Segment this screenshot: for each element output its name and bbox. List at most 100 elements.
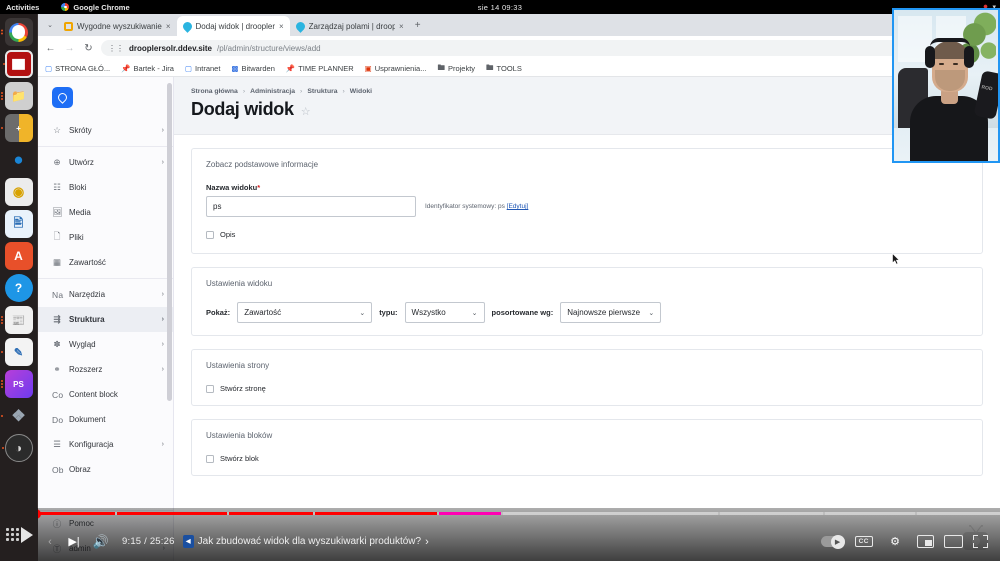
breadcrumb-item-home[interactable]: Strona główna xyxy=(191,88,238,95)
tab-close-icon[interactable]: × xyxy=(166,22,171,31)
volume-button[interactable]: 🔊 xyxy=(86,527,116,557)
new-tab-button[interactable]: + xyxy=(410,16,426,34)
address-bar[interactable]: ⋮⋮ drooplersolr.ddev.site/pl/admin/struc… xyxy=(101,40,918,56)
breadcrumb-item-administracja[interactable]: Administracja xyxy=(250,88,295,95)
dock-item-thunderbird[interactable]: ● xyxy=(5,146,33,174)
chapter-segment[interactable] xyxy=(917,512,1000,515)
bookmark-strona-glowna[interactable]: ▢ STRONA GŁÓ... xyxy=(45,64,110,73)
bookmark-bartek-jira[interactable]: 📌 Bartek - Jira xyxy=(121,64,174,73)
sidebar-item-wyglad[interactable]: ✽ Wygląd › xyxy=(38,332,173,357)
description-checkbox-row[interactable]: Opis xyxy=(206,230,968,239)
browser-tab-2[interactable]: Zarządzaj polami | droop × xyxy=(290,16,410,36)
bookmark-time-planner[interactable]: 📌 TIME PLANNER xyxy=(286,64,354,73)
video-title-row[interactable]: ◂ Jak zbudować widok dla wyszukiwarki pr… xyxy=(182,535,821,548)
tab-search-button[interactable]: ⌄ xyxy=(42,16,58,34)
description-checkbox[interactable] xyxy=(206,230,214,239)
dock-item-calculator[interactable]: + xyxy=(0,114,33,142)
sidebar-item-zawartosc[interactable]: ▦ Zawartość xyxy=(38,250,173,275)
dock-item-writer[interactable]: 🖹 xyxy=(4,210,33,238)
previous-chapter-button[interactable]: ‹ xyxy=(38,527,62,557)
dock-item-news[interactable]: 📰 xyxy=(0,306,33,334)
miniplayer-icon[interactable] xyxy=(917,535,934,548)
sidebar-item-pliki[interactable]: 🗋 Pliki xyxy=(38,225,173,250)
chapter-segment[interactable] xyxy=(503,512,718,515)
type-select[interactable]: Wszystko ⌄ xyxy=(404,302,485,323)
sidebar-item-content-block[interactable]: Co Content block xyxy=(38,382,173,407)
dock-item-phpstorm[interactable]: PS xyxy=(0,370,33,398)
chapter-segment[interactable] xyxy=(439,512,501,515)
reload-icon[interactable]: ↻ xyxy=(82,42,95,55)
dock-item-notes[interactable]: ✎ xyxy=(0,338,33,366)
bookmark-label: Bartek - Jira xyxy=(133,63,174,73)
theater-mode-icon[interactable] xyxy=(944,535,963,548)
progress-bar[interactable] xyxy=(0,508,1000,519)
tab-close-icon[interactable]: × xyxy=(279,22,284,31)
tab-close-icon[interactable]: × xyxy=(399,22,404,31)
bookmark-bitwarden[interactable]: ▩ Bitwarden xyxy=(231,64,274,73)
bookmarks-bar: ▢ STRONA GŁÓ... 📌 Bartek - Jira ▢ Intranet … xyxy=(38,60,1000,77)
chapter-segment[interactable] xyxy=(825,512,916,515)
chevron-right-icon: › xyxy=(161,441,164,448)
sidebar-item-skroty[interactable]: ☆ Skróty › xyxy=(38,118,173,143)
machine-name-edit-link[interactable]: [Edytuj] xyxy=(507,203,529,210)
bookmark-usprawnienia[interactable]: ▣ Usprawnienia... xyxy=(365,64,427,73)
bookmark-intranet[interactable]: ▢ Intranet xyxy=(185,64,221,73)
settings-gear-icon[interactable]: ⚙ xyxy=(883,527,907,557)
chapter-segment[interactable] xyxy=(719,512,824,515)
breadcrumb-item-widoki[interactable]: Widoki xyxy=(350,88,372,95)
back-icon[interactable]: ← xyxy=(44,42,57,55)
bookmark-projekty[interactable]: 🖿 Projekty xyxy=(437,62,475,75)
dock-item-terminal[interactable]: ██ xyxy=(2,50,33,78)
sidebar-scrollbar-thumb[interactable] xyxy=(167,83,172,401)
sidebar-scrollbar[interactable] xyxy=(167,79,172,477)
dock-item-files[interactable]: 📁 xyxy=(0,82,33,110)
clock[interactable]: sie 14 09:33 xyxy=(478,3,522,12)
chapter-segment[interactable] xyxy=(116,512,227,515)
create-block-checkbox[interactable] xyxy=(206,454,214,463)
sidebar-item-obraz[interactable]: Ob Obraz xyxy=(38,457,173,482)
tools-abbrev-icon: Na xyxy=(52,289,64,300)
dock-overlay-grip[interactable] xyxy=(0,508,38,561)
sidebar-item-media[interactable]: 🖼 Media xyxy=(38,200,173,225)
dock-item-acrobat[interactable]: A xyxy=(4,242,33,270)
sidebar-item-narzedzia[interactable]: Na Narzędzia › xyxy=(38,282,173,307)
autoplay-toggle[interactable]: ▶ xyxy=(820,534,845,549)
favorite-star-icon[interactable]: ☆ xyxy=(301,105,311,118)
forward-icon[interactable]: → xyxy=(63,42,76,55)
bookmark-tools[interactable]: 🖿 TOOLS xyxy=(486,62,522,75)
browser-tab-0[interactable]: Wygodne wyszukiwanie × xyxy=(58,16,177,36)
create-page-checkbox-row[interactable]: Stwórz stronę xyxy=(206,384,968,393)
next-video-button[interactable]: ▶| xyxy=(62,527,86,557)
sidebar-item-bloki[interactable]: ☷ Bloki xyxy=(38,175,173,200)
active-app-indicator[interactable]: Google Chrome xyxy=(61,3,130,12)
chapter-next-icon[interactable]: › xyxy=(425,536,429,548)
dock-item-audio[interactable]: ◉ xyxy=(4,178,33,206)
dock-item-chrome[interactable] xyxy=(0,18,33,46)
chapter-segment[interactable] xyxy=(228,512,314,515)
show-select[interactable]: Zawartość ⌄ xyxy=(237,302,373,323)
activities-button[interactable]: Activities xyxy=(6,3,39,12)
chapter-segment[interactable] xyxy=(32,512,115,515)
fullscreen-icon[interactable] xyxy=(973,535,988,548)
sidebar-item-utworz[interactable]: ⊕ Utwórz › xyxy=(38,150,173,175)
chapter-segment[interactable] xyxy=(315,512,438,515)
chapter-prev-icon[interactable]: ◂ xyxy=(182,535,194,548)
droopler-logo[interactable] xyxy=(52,87,73,108)
dock-item-shutter[interactable]: ❖ xyxy=(0,402,33,430)
sidebar-item-struktura[interactable]: ⇶ Struktura › xyxy=(38,307,173,332)
create-page-checkbox[interactable] xyxy=(206,384,214,393)
sidebar-item-konfiguracja[interactable]: ☰ Konfiguracja › xyxy=(38,432,173,457)
sort-select[interactable]: Najnowsze pierwsze ⌄ xyxy=(560,302,662,323)
sidebar-item-rozszerz[interactable]: ⚭ Rozszerz › xyxy=(38,357,173,382)
dock-item-obs[interactable]: ◑ xyxy=(1,434,33,462)
running-indicator xyxy=(0,127,3,129)
captions-button[interactable]: CC xyxy=(854,536,873,547)
create-block-checkbox-row[interactable]: Stwórz blok xyxy=(206,454,968,463)
dock-item-help[interactable]: ? xyxy=(4,274,33,302)
sidebar-item-dokument[interactable]: Do Dokument xyxy=(38,407,173,432)
breadcrumb-item-struktura[interactable]: Struktura xyxy=(307,88,337,95)
browser-tab-1[interactable]: Dodaj widok | droopler × xyxy=(176,16,290,36)
site-settings-icon[interactable]: ⋮⋮ xyxy=(108,44,124,53)
view-name-input[interactable]: ps xyxy=(206,196,416,217)
app-grid-icon[interactable] xyxy=(5,528,19,541)
